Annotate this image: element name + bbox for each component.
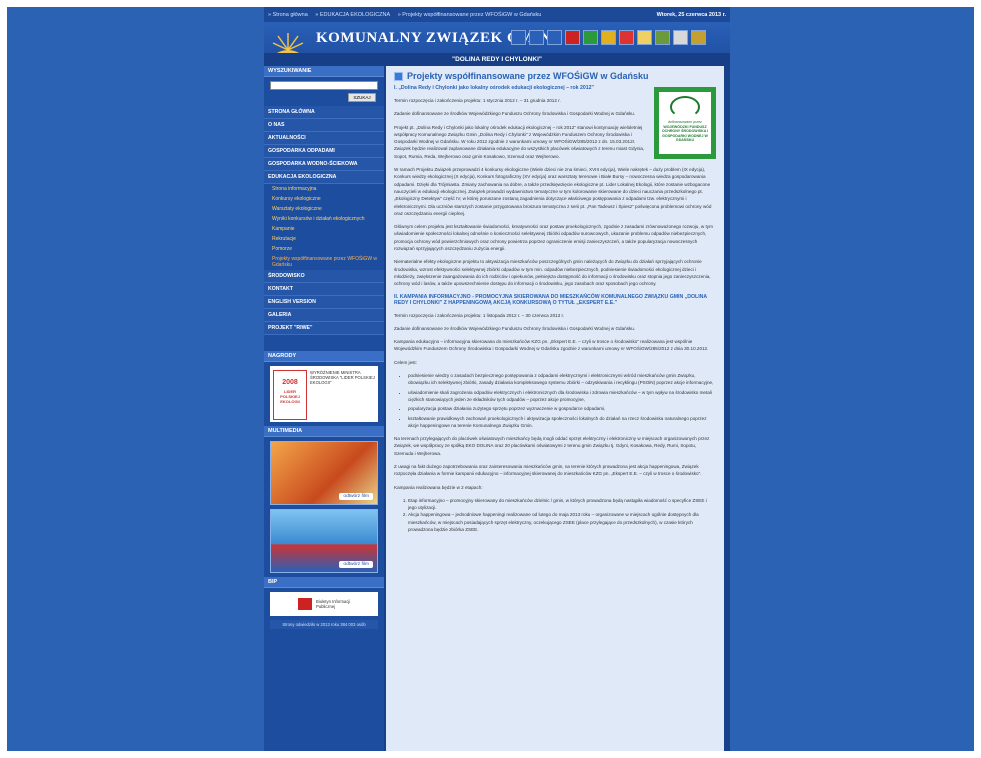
kosakowo-crest-icon[interactable] [583, 30, 598, 45]
nav-about[interactable]: O NAS [264, 119, 384, 132]
bip-text: Biuletyn Informacji Publicznej [316, 599, 351, 609]
site-header: KOMUNALNY ZWIĄZEK GMIN® "DOLINA REDY I C… [264, 22, 730, 66]
goals-heading: Celem jest: [394, 359, 417, 365]
section-2-title: II. KAMPANIA INFORMACYJNO - PROMOCYJNA S… [394, 293, 707, 306]
website: » Strona główna » EDUKACJA EKOLOGICZNA »… [264, 7, 730, 751]
award-badge: 2008 LIDER POLSKIEJ EKOLOGII [273, 370, 307, 420]
main-content: Projekty współfinansowane przez WFOŚiGW … [386, 66, 724, 751]
list-item: podniesienie wiedzy o zasadach bezpieczn… [408, 372, 716, 387]
nav-waste[interactable]: GOSPODARKA ODPADAMI [264, 145, 384, 158]
multimedia-heading: MULTIMEDIA [264, 426, 384, 437]
nav-riwe[interactable]: PROJEKT "RIWE" [264, 322, 384, 335]
wfosigw-logo[interactable]: dofinansowano przez WOJEWÓDZKI FUNDUSZ O… [654, 87, 716, 159]
nav-contact[interactable]: KONTAKT [264, 283, 384, 296]
paragraph: Z uwagi na fakt dużego zapotrzebowania o… [394, 463, 702, 477]
play-film-button[interactable]: odtwórz film [339, 561, 373, 568]
gdynia-crest-icon[interactable] [565, 30, 580, 45]
search-heading: WYSZUKIWANIE [264, 66, 384, 77]
award-text: WYRÓŻNIENIE MINISTRA ŚRODOWISKA "LIDER P… [310, 370, 375, 385]
award-badge-text: LIDER POLSKIEJ EKOLOGII [280, 389, 300, 404]
list-item: kształtowanie prawidłowych zachowań proe… [408, 415, 716, 430]
film-thumbnail-1[interactable]: odtwórz film [270, 441, 378, 505]
subnav-wfosigw-projects[interactable]: Projekty współfinansowane przez WFOŚiGW … [264, 254, 384, 270]
paragraph: W ramach Projektu Związek przeprowadzi 4… [394, 167, 712, 216]
list-item: uświadomienie skali zagrożenia odpadów e… [408, 389, 716, 404]
paragraph: Zadanie dofinansowane ze środków Wojewód… [394, 325, 636, 331]
paragraph: Termin rozpoczęcia i zakończenia projekt… [394, 312, 565, 318]
search-button[interactable]: SZUKAJ [348, 93, 376, 102]
nav-water[interactable]: GOSPODARKA WODNO-ŚCIEKOWA [264, 158, 384, 171]
subnav-campaigns[interactable]: Kampanie [264, 224, 384, 234]
szemud-crest-icon[interactable] [655, 30, 670, 45]
paragraph: Głównym celem projektu jest kształtowani… [394, 224, 713, 252]
subnav-pomorze[interactable]: Pomorze [264, 244, 384, 254]
stages-heading: Kampania realizowana będzie w 2 etapach: [394, 484, 483, 490]
title-bullet-icon [394, 72, 403, 81]
fund-logo-name: WOJEWÓDZKI FUNDUSZ OCHRONY ŚRODOWISKA I … [661, 124, 709, 143]
reda-crest-icon[interactable] [601, 30, 616, 45]
blank-tile-icon [547, 30, 562, 45]
paragraph: Niematerialne efekty ekologiczne projekt… [394, 259, 711, 287]
stages-list: Etap informacyjno – promocyjny skierowan… [394, 497, 716, 533]
breadcrumb: » Strona główna » EDUKACJA EKOLOGICZNA »… [268, 12, 547, 18]
subnav-workshops[interactable]: Warsztaty ekologiczne [264, 204, 384, 214]
nav-eco-education[interactable]: EDUKACJA EKOLOGICZNA [264, 171, 384, 184]
nav-gallery[interactable]: GALERIA [264, 309, 384, 322]
paragraph: Na terenach przylegających do placówek o… [394, 436, 710, 456]
bip-banner[interactable]: Biuletyn Informacji Publicznej [270, 592, 378, 616]
breadcrumb-home[interactable]: » Strona główna [268, 12, 308, 18]
visit-counter: Strony odwiedziło w 2013 roku 384 003 os… [270, 620, 378, 629]
blank-tile-icon [511, 30, 526, 45]
top-bar: » Strona główna » EDUKACJA EKOLOGICZNA »… [264, 7, 730, 22]
award-banner[interactable]: 2008 LIDER POLSKIEJ EKOLOGII WYRÓŻNIENIE… [270, 366, 378, 422]
page-title: Projekty współfinansowane przez WFOŚiGW … [394, 71, 716, 81]
nav-english[interactable]: ENGLISH VERSION [264, 296, 384, 309]
sopot-crest-icon[interactable] [637, 30, 652, 45]
play-film-button[interactable]: odtwórz film [339, 493, 373, 500]
subnav-info[interactable]: Strona informacyjna [264, 184, 384, 194]
breadcrumb-eco-education[interactable]: » EDUKACJA EKOLOGICZNA [315, 12, 390, 18]
bip-heading: BIP [264, 577, 384, 588]
goals-list: podniesienie wiedzy o zasadach bezpieczn… [394, 372, 716, 429]
sidebar: WYSZUKIWANIE SZUKAJ STRONA GŁÓWNA O NAS … [264, 66, 384, 751]
gmina-wejherowo-crest-icon[interactable] [691, 30, 706, 45]
wejherowo-crest-icon[interactable] [673, 30, 688, 45]
awards-heading: NAGRODY [264, 351, 384, 362]
bip-logo-icon [298, 598, 312, 610]
search-input[interactable] [270, 81, 378, 90]
award-year: 2008 [282, 379, 298, 386]
header-icon-strip [511, 30, 706, 45]
blank-tile-icon [529, 30, 544, 45]
browser-viewport: » Strona główna » EDUKACJA EKOLOGICZNA »… [7, 7, 974, 751]
breadcrumb-current[interactable]: » Projekty współfinansowane przez WFOŚiG… [398, 12, 542, 18]
paragraph: Kampania edukacyjno – informacyjna skier… [394, 339, 709, 352]
search-box: SZUKAJ [264, 77, 384, 106]
list-item: popularyzacja postaw działania zużytego … [408, 405, 716, 412]
site-subtitle: "DOLINA REDY I CHYLONKI" [264, 53, 730, 66]
list-item: Etap informacyjno – promocyjny skierowan… [408, 497, 716, 512]
nav-news[interactable]: AKTUALNOŚCI [264, 132, 384, 145]
film-thumbnail-2[interactable]: odtwórz film [270, 509, 378, 573]
current-date: Wtorek, 25 czerwca 2013 r. [656, 11, 726, 18]
nav-environment[interactable]: ŚRODOWISKO [264, 270, 384, 283]
subnav-results[interactable]: Wyniki konkursów i działań ekologicznych [264, 214, 384, 224]
wave-logo-icon [670, 96, 700, 118]
rumia-crest-icon[interactable] [619, 30, 634, 45]
nav-home[interactable]: STRONA GŁÓWNA [264, 106, 384, 119]
subnav-recruitment[interactable]: Rekrutacje [264, 234, 384, 244]
list-item: Akcja happeningowa – jednodniowe happeni… [408, 511, 716, 533]
subnav-contests[interactable]: Konkursy ekologiczne [264, 194, 384, 204]
